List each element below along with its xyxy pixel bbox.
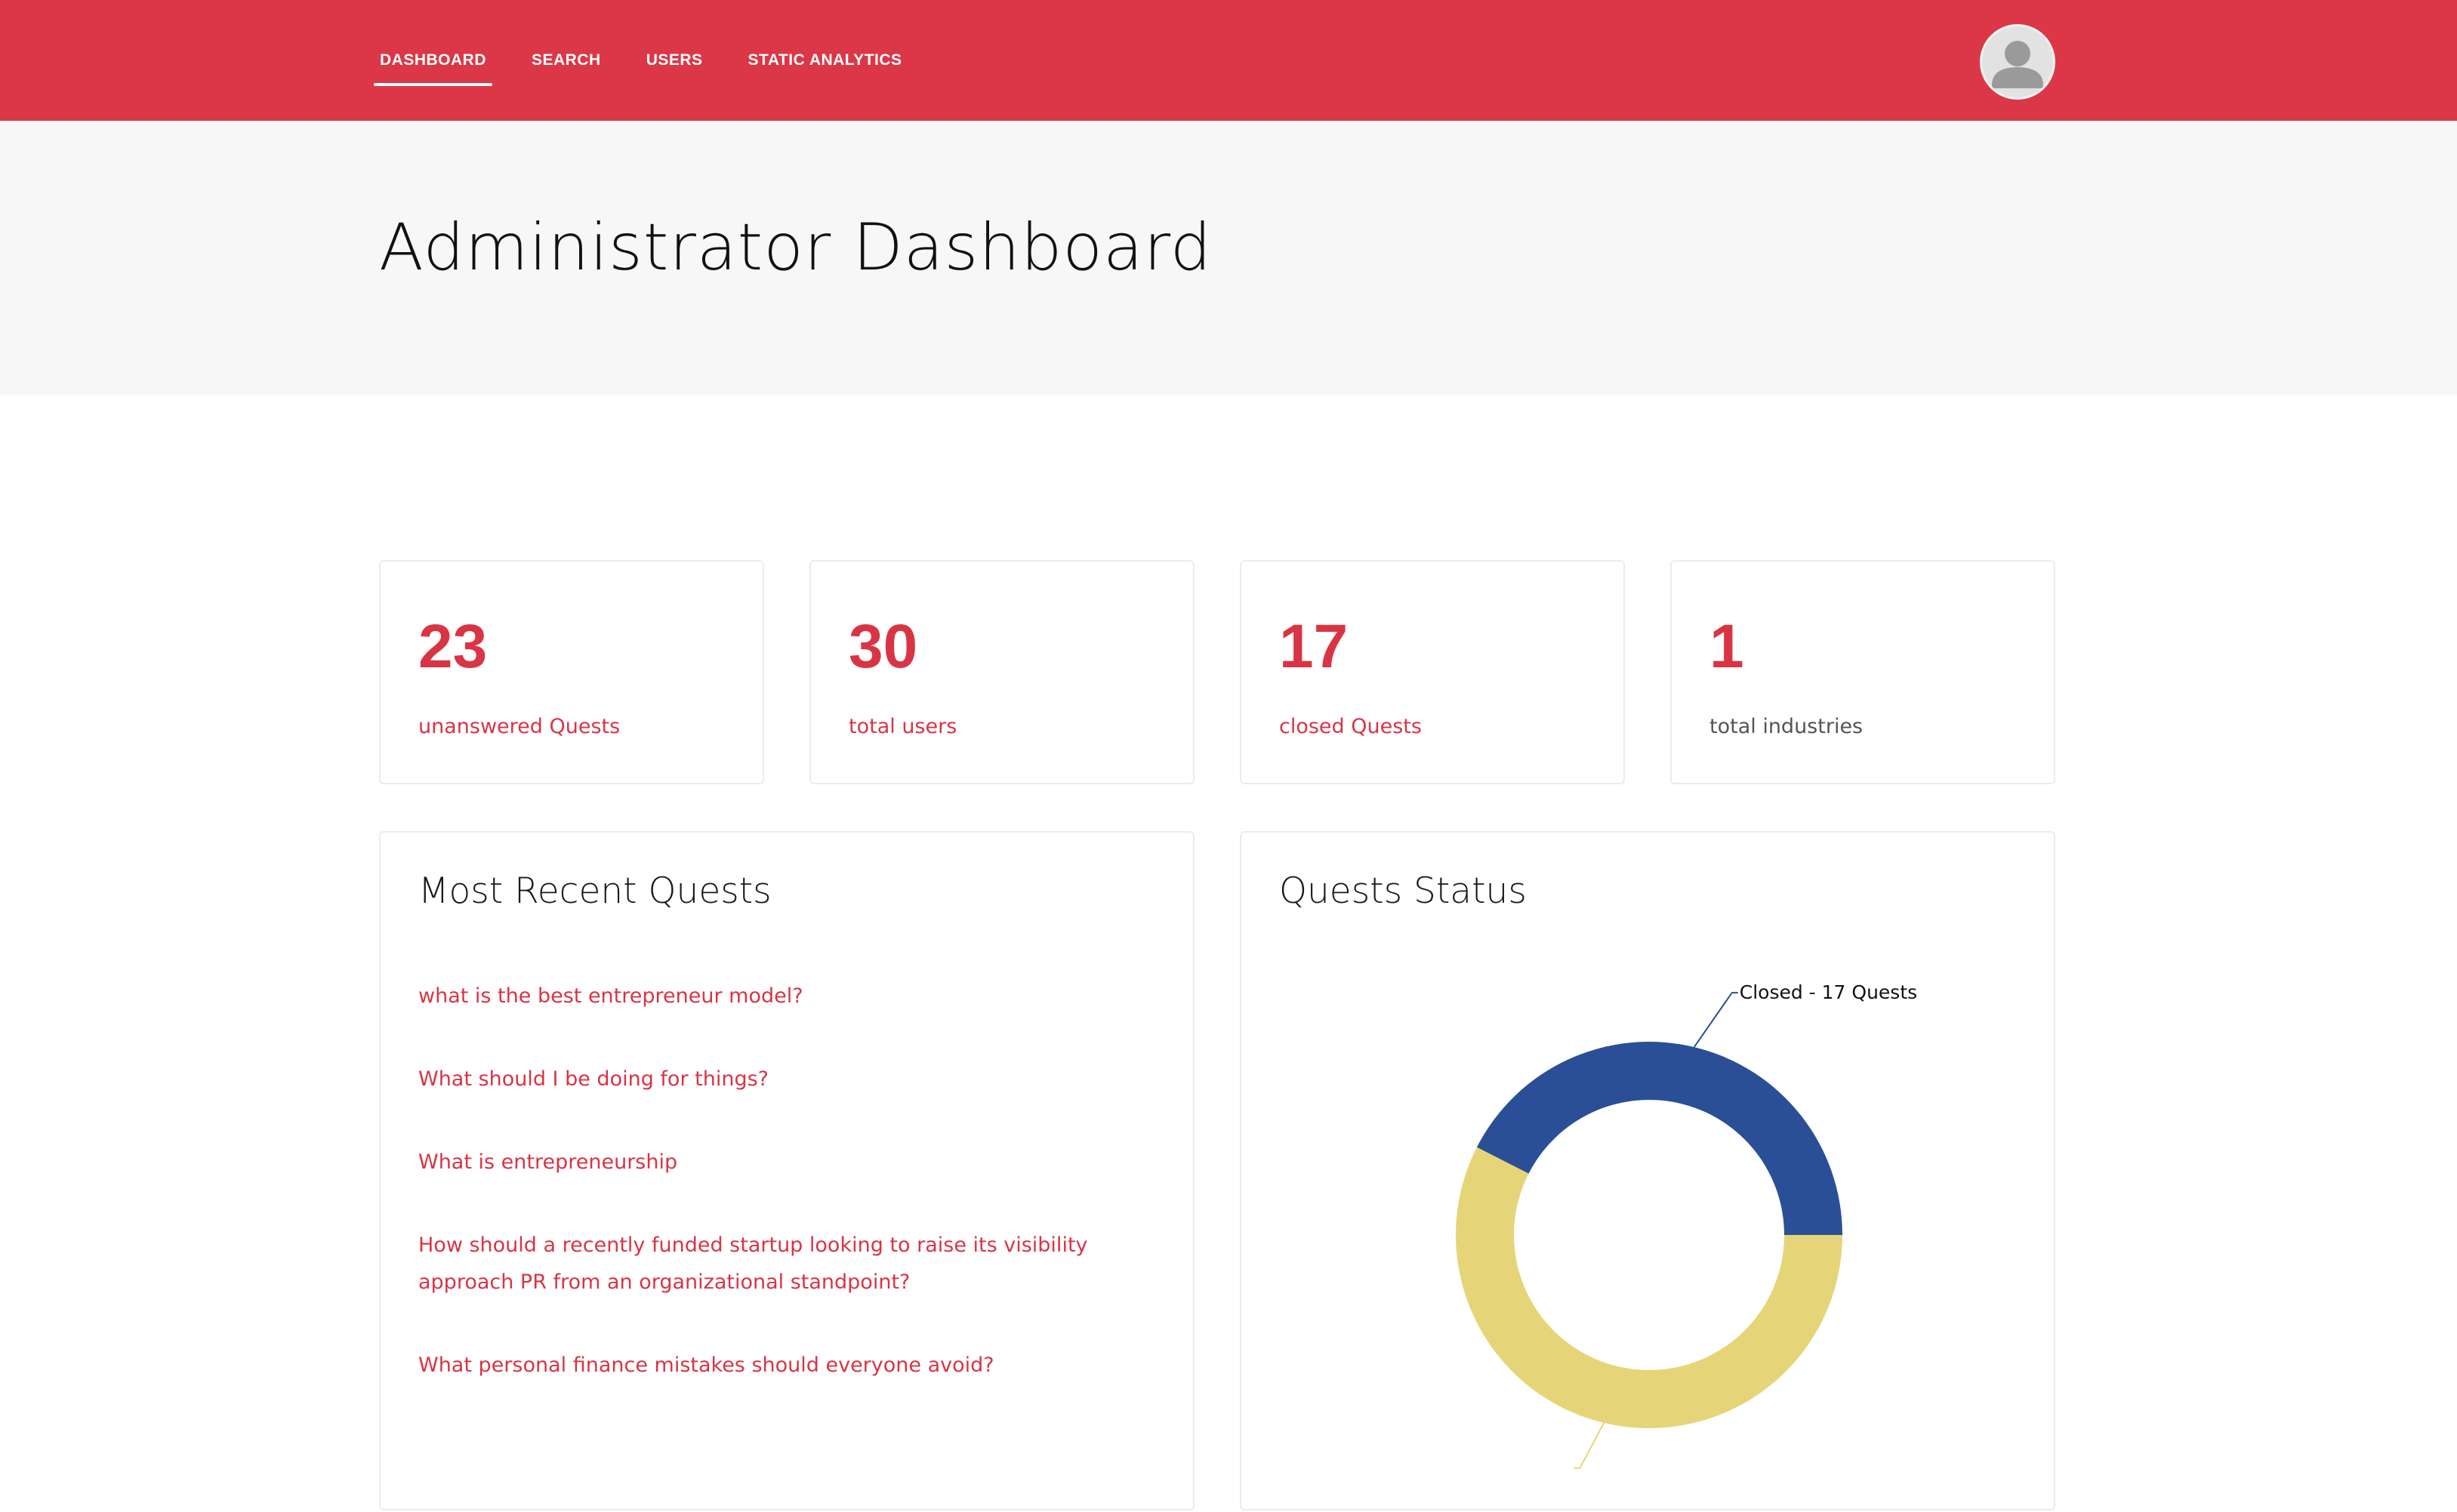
stat-label: total users — [849, 715, 957, 738]
quests-status-panel: Quests Status Closed - 17 Quests — [1240, 831, 2055, 1510]
quest-link[interactable]: what is the best entrepreneur model? — [418, 978, 1098, 1015]
donut-leader-line — [1693, 992, 1738, 1048]
quest-link[interactable]: What personal finance mistakes should ev… — [418, 1347, 1098, 1384]
top-navigation-bar: DASHBOARD SEARCH USERS STATIC ANALYTICS — [0, 0, 2457, 121]
main-nav: DASHBOARD SEARCH USERS STATIC ANALYTICS — [374, 0, 942, 121]
stat-card-unanswered-quests: 23 unanswered Quests — [379, 560, 764, 784]
page-header: Administrator Dashboard — [0, 121, 2457, 395]
donut-slice — [1476, 1042, 1842, 1235]
stat-card-total-users: 30 total users — [809, 560, 1195, 784]
stat-label: unanswered Quests — [418, 715, 621, 738]
nav-item-search[interactable]: SEARCH — [526, 0, 607, 121]
quest-link[interactable]: What is entrepreneurship — [418, 1144, 1098, 1181]
nav-item-static-analytics[interactable]: STATIC ANALYTICS — [742, 0, 908, 121]
nav-item-users[interactable]: USERS — [640, 0, 709, 121]
recent-quests-panel: Most Recent Quests what is the best entr… — [379, 831, 1195, 1510]
nav-item-dashboard[interactable]: DASHBOARD — [374, 0, 492, 121]
stat-label: total industries — [1709, 715, 1864, 738]
user-avatar-icon — [1992, 41, 2043, 88]
stat-value: 1 — [1709, 612, 1744, 681]
quest-link[interactable]: How should a recently funded startup loo… — [418, 1227, 1098, 1301]
quest-link[interactable]: What should I be doing for things? — [418, 1061, 1098, 1098]
stat-value: 23 — [418, 612, 488, 681]
recent-quests-title: Most Recent Quests — [418, 870, 772, 912]
stat-label: closed Quests — [1279, 715, 1422, 738]
stat-value: 17 — [1279, 612, 1349, 681]
stat-card-closed-quests: 17 closed Quests — [1240, 560, 1625, 784]
stat-card-total-industries: 1 total industries — [1670, 560, 2055, 784]
recent-quests-list: what is the best entrepreneur model? Wha… — [418, 978, 1098, 1430]
stat-value: 30 — [849, 612, 918, 681]
donut-slice-label: Closed - 17 Quests — [1740, 981, 1917, 1003]
quests-status-donut-chart: Closed - 17 Quests — [1456, 981, 1917, 1469]
donut-leader-line — [1574, 1422, 1605, 1469]
page-title: Administrator Dashboard — [379, 210, 1213, 285]
user-avatar-button[interactable] — [1980, 24, 2055, 100]
